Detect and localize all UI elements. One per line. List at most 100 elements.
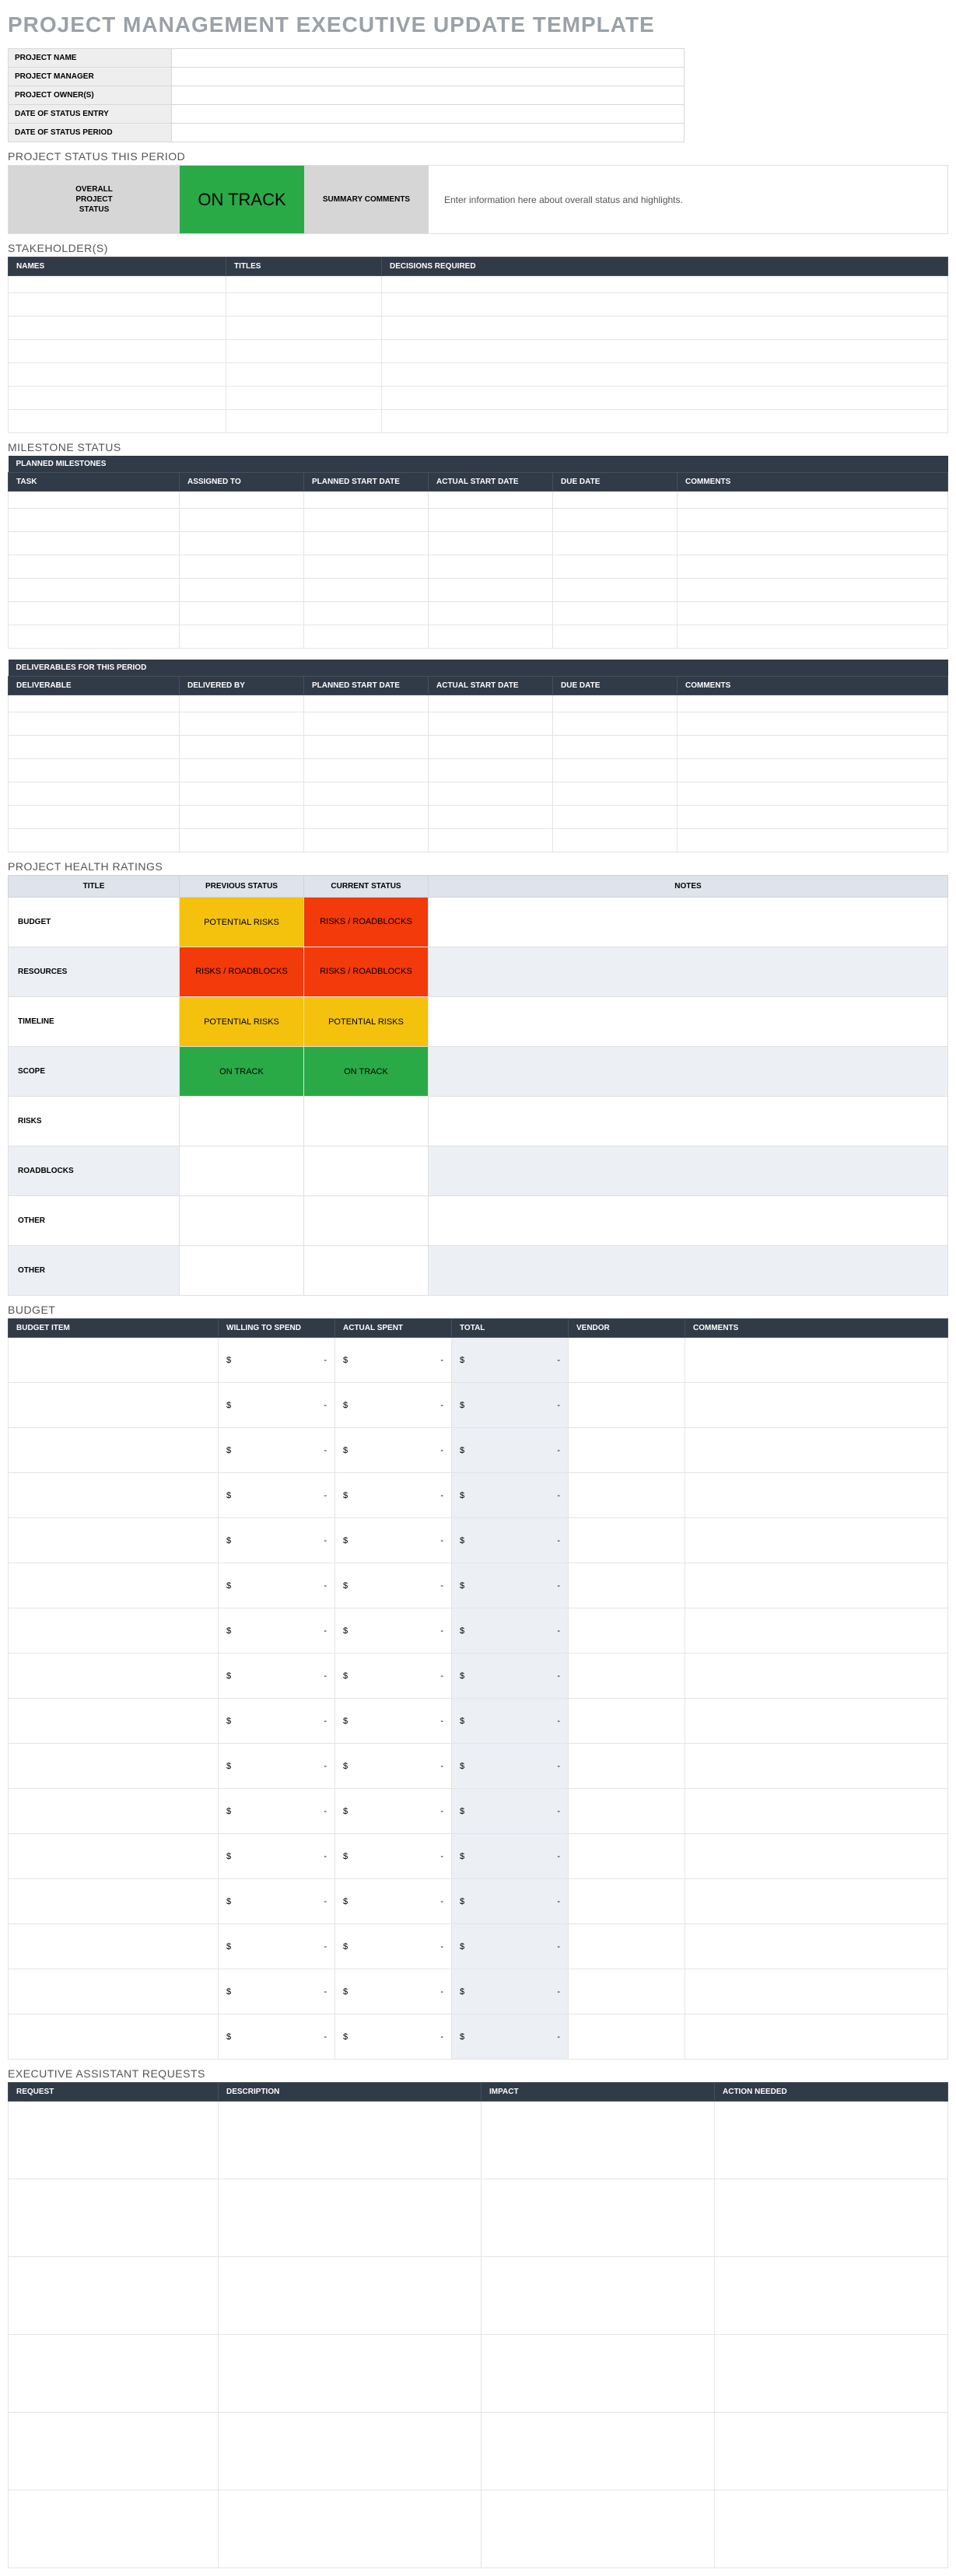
money-cell[interactable]: $- <box>335 1518 452 1563</box>
cell[interactable] <box>429 759 553 782</box>
health-notes[interactable] <box>429 1246 948 1296</box>
cell[interactable] <box>429 509 553 532</box>
cell[interactable] <box>678 712 948 736</box>
comments-cell[interactable] <box>685 1383 948 1428</box>
budget-item[interactable] <box>9 1834 219 1879</box>
cell[interactable] <box>382 276 948 293</box>
exec-cell[interactable] <box>219 2413 482 2490</box>
cell[interactable] <box>678 695 948 712</box>
cell[interactable] <box>226 317 382 340</box>
cell[interactable] <box>429 492 553 509</box>
vendor-cell[interactable] <box>569 1608 685 1654</box>
cell[interactable] <box>304 712 429 736</box>
money-cell[interactable]: $- <box>335 1879 452 1924</box>
cell[interactable] <box>9 695 180 712</box>
comments-cell[interactable] <box>685 1338 948 1383</box>
exec-cell[interactable] <box>715 2490 948 2568</box>
cell[interactable] <box>382 410 948 433</box>
cell[interactable] <box>429 532 553 555</box>
vendor-cell[interactable] <box>569 1834 685 1879</box>
money-cell[interactable]: $- <box>452 1383 569 1428</box>
vendor-cell[interactable] <box>569 1924 685 1969</box>
cell[interactable] <box>180 806 304 829</box>
money-cell[interactable]: $- <box>219 1879 335 1924</box>
cell[interactable] <box>9 806 180 829</box>
money-cell[interactable]: $- <box>219 1789 335 1834</box>
cell[interactable] <box>553 625 678 649</box>
cell[interactable] <box>304 736 429 759</box>
exec-cell[interactable] <box>715 2179 948 2257</box>
money-cell[interactable]: $- <box>452 1924 569 1969</box>
comments-cell[interactable] <box>685 1879 948 1924</box>
cell[interactable] <box>9 509 180 532</box>
cell[interactable] <box>382 293 948 317</box>
cell[interactable] <box>429 712 553 736</box>
cell[interactable] <box>9 317 226 340</box>
cell[interactable] <box>9 829 180 852</box>
cell[interactable] <box>429 602 553 625</box>
vendor-cell[interactable] <box>569 1473 685 1518</box>
cell[interactable] <box>429 736 553 759</box>
money-cell[interactable]: $- <box>452 1654 569 1699</box>
budget-item[interactable] <box>9 1699 219 1744</box>
cell[interactable] <box>304 806 429 829</box>
comments-cell[interactable] <box>685 1699 948 1744</box>
money-cell[interactable]: $- <box>219 1563 335 1608</box>
cell[interactable] <box>553 532 678 555</box>
cell[interactable] <box>180 492 304 509</box>
money-cell[interactable]: $- <box>219 1654 335 1699</box>
cell[interactable] <box>226 276 382 293</box>
vendor-cell[interactable] <box>569 1789 685 1834</box>
comments-cell[interactable] <box>685 1654 948 1699</box>
cell[interactable] <box>553 782 678 806</box>
cell[interactable] <box>429 695 553 712</box>
cell[interactable] <box>429 806 553 829</box>
cell[interactable] <box>180 602 304 625</box>
vendor-cell[interactable] <box>569 1699 685 1744</box>
cell[interactable] <box>304 532 429 555</box>
exec-cell[interactable] <box>715 2102 948 2179</box>
cell[interactable] <box>9 276 226 293</box>
vendor-cell[interactable] <box>569 1428 685 1473</box>
money-cell[interactable]: $- <box>335 1969 452 2014</box>
cell[interactable] <box>553 509 678 532</box>
money-cell[interactable]: $- <box>335 1383 452 1428</box>
vendor-cell[interactable] <box>569 1744 685 1789</box>
money-cell[interactable]: $- <box>219 1699 335 1744</box>
vendor-cell[interactable] <box>569 1563 685 1608</box>
cell[interactable] <box>553 736 678 759</box>
cell[interactable] <box>553 759 678 782</box>
cell[interactable] <box>9 387 226 410</box>
cell[interactable] <box>226 340 382 363</box>
money-cell[interactable]: $- <box>219 1608 335 1654</box>
exec-cell[interactable] <box>9 2257 219 2335</box>
info-value[interactable] <box>172 86 685 105</box>
cell[interactable] <box>429 782 553 806</box>
cell[interactable] <box>553 806 678 829</box>
money-cell[interactable]: $- <box>452 1834 569 1879</box>
cell[interactable] <box>678 806 948 829</box>
cell[interactable] <box>180 782 304 806</box>
cell[interactable] <box>304 492 429 509</box>
cell[interactable] <box>678 625 948 649</box>
cell[interactable] <box>678 555 948 579</box>
cell[interactable] <box>553 555 678 579</box>
info-value[interactable] <box>172 68 685 86</box>
exec-cell[interactable] <box>9 2413 219 2490</box>
exec-cell[interactable] <box>482 2490 715 2568</box>
info-value[interactable] <box>172 124 685 142</box>
exec-cell[interactable] <box>482 2335 715 2413</box>
budget-item[interactable] <box>9 1473 219 1518</box>
comments-cell[interactable] <box>685 1744 948 1789</box>
cell[interactable] <box>304 625 429 649</box>
cell[interactable] <box>304 602 429 625</box>
money-cell[interactable]: $- <box>219 1428 335 1473</box>
cell[interactable] <box>553 695 678 712</box>
health-notes[interactable] <box>429 1047 948 1097</box>
info-value[interactable] <box>172 49 685 68</box>
exec-cell[interactable] <box>715 2413 948 2490</box>
cell[interactable] <box>226 387 382 410</box>
money-cell[interactable]: $- <box>219 1338 335 1383</box>
money-cell[interactable]: $- <box>452 1744 569 1789</box>
summary-comments-text[interactable]: Enter information here about overall sta… <box>429 166 947 233</box>
